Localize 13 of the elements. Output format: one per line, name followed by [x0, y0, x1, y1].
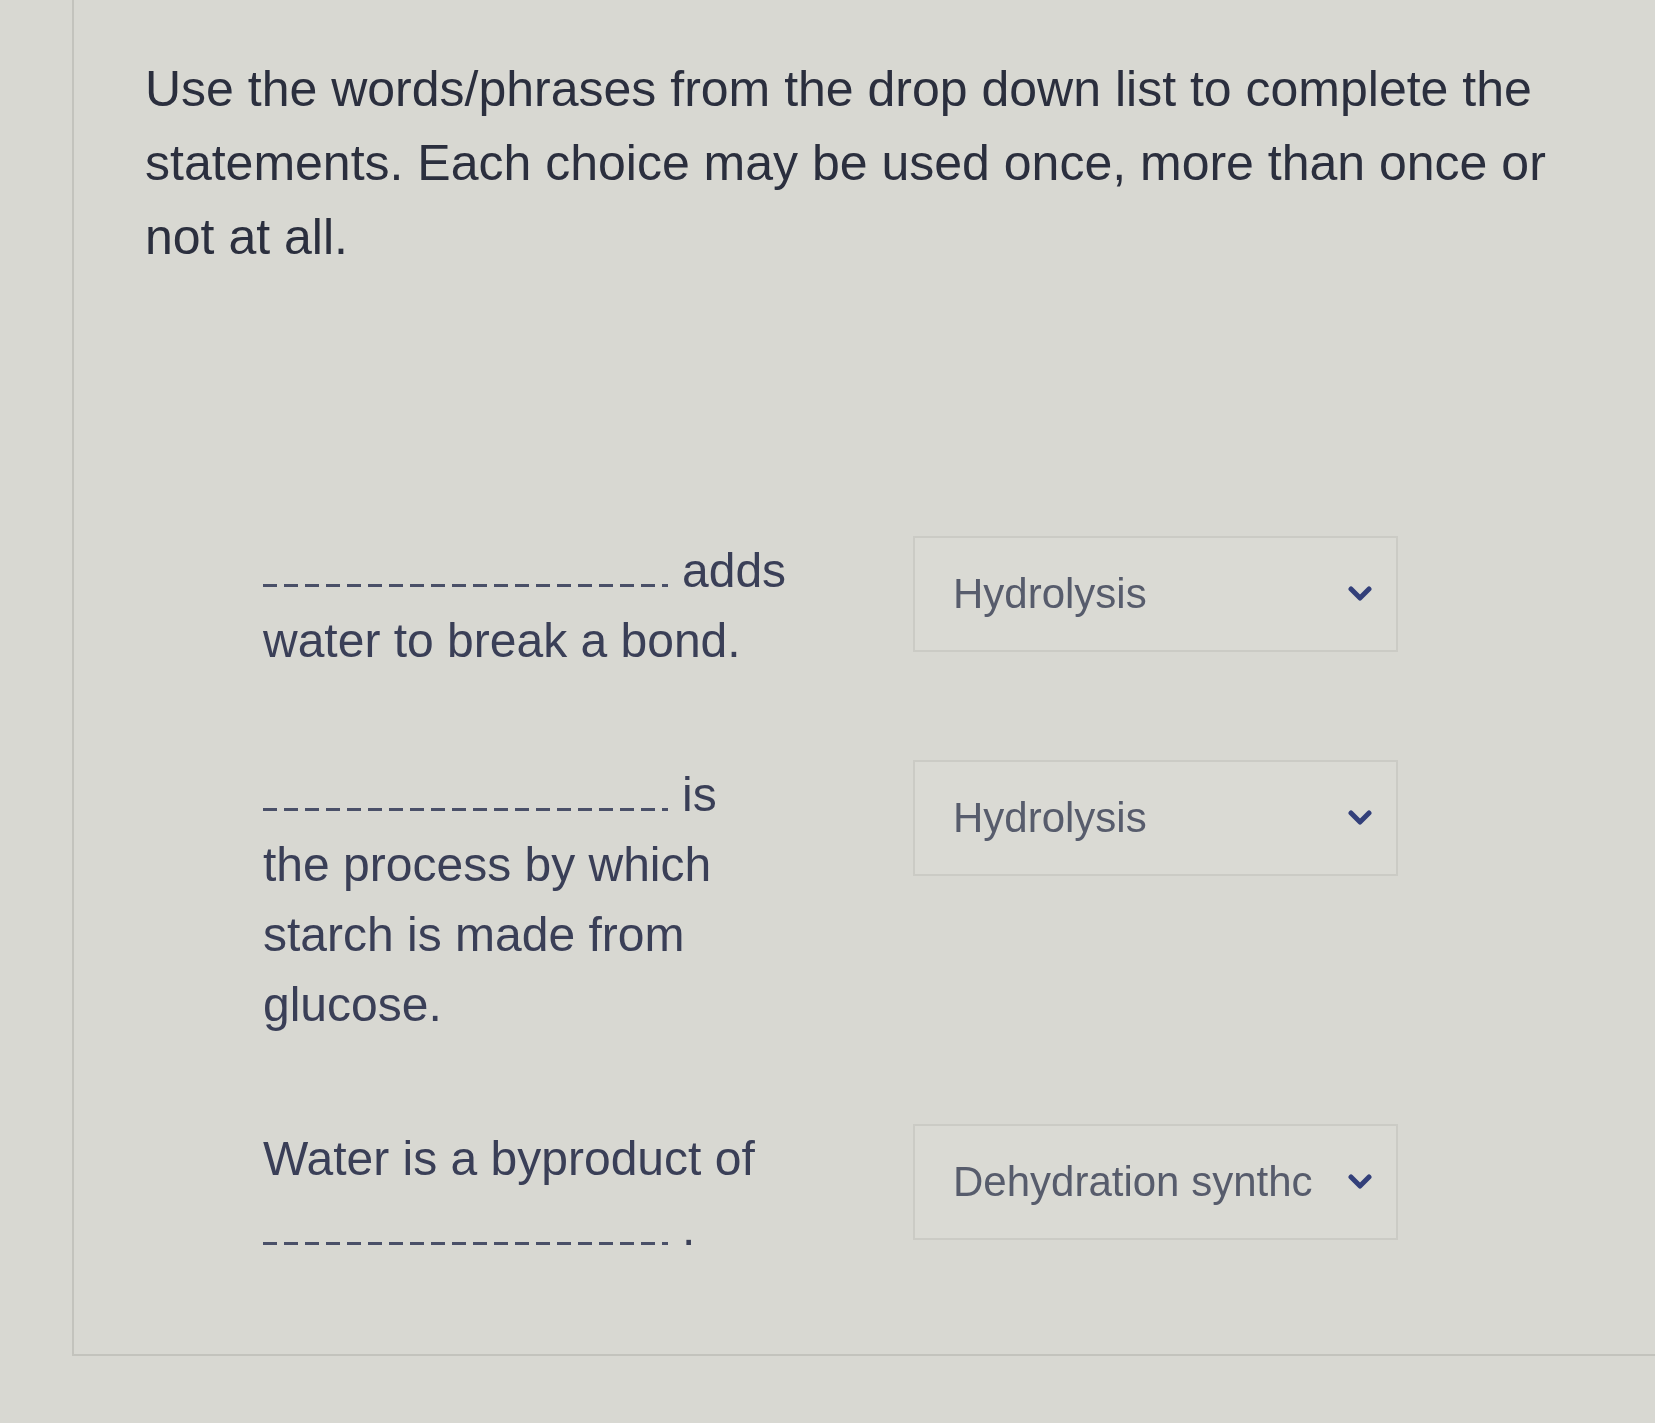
chevron-down-icon: [1348, 586, 1372, 602]
statement-text: is: [682, 767, 717, 823]
statement-text: .: [682, 1201, 696, 1257]
chevron-down-icon: [1348, 810, 1372, 826]
statement-text: the process by which starch is made from glucose.: [263, 837, 713, 1033]
dropdown[interactable]: Hydrolysis: [913, 536, 1398, 652]
dropdown[interactable]: Dehydration synthc: [913, 1124, 1398, 1240]
statement-text: adds: [682, 543, 787, 599]
chevron-down-icon: [1348, 1174, 1372, 1190]
instructions-text: Use the words/phrases from the drop down list to complete the statements. Each choice may be used once, more than once or not at all.: [145, 60, 1547, 267]
statement-text: water to break a bond.: [263, 613, 741, 669]
statement-text: Water is a byproduct of: [263, 1131, 755, 1187]
dropdown[interactable]: Hydrolysis: [913, 760, 1398, 876]
